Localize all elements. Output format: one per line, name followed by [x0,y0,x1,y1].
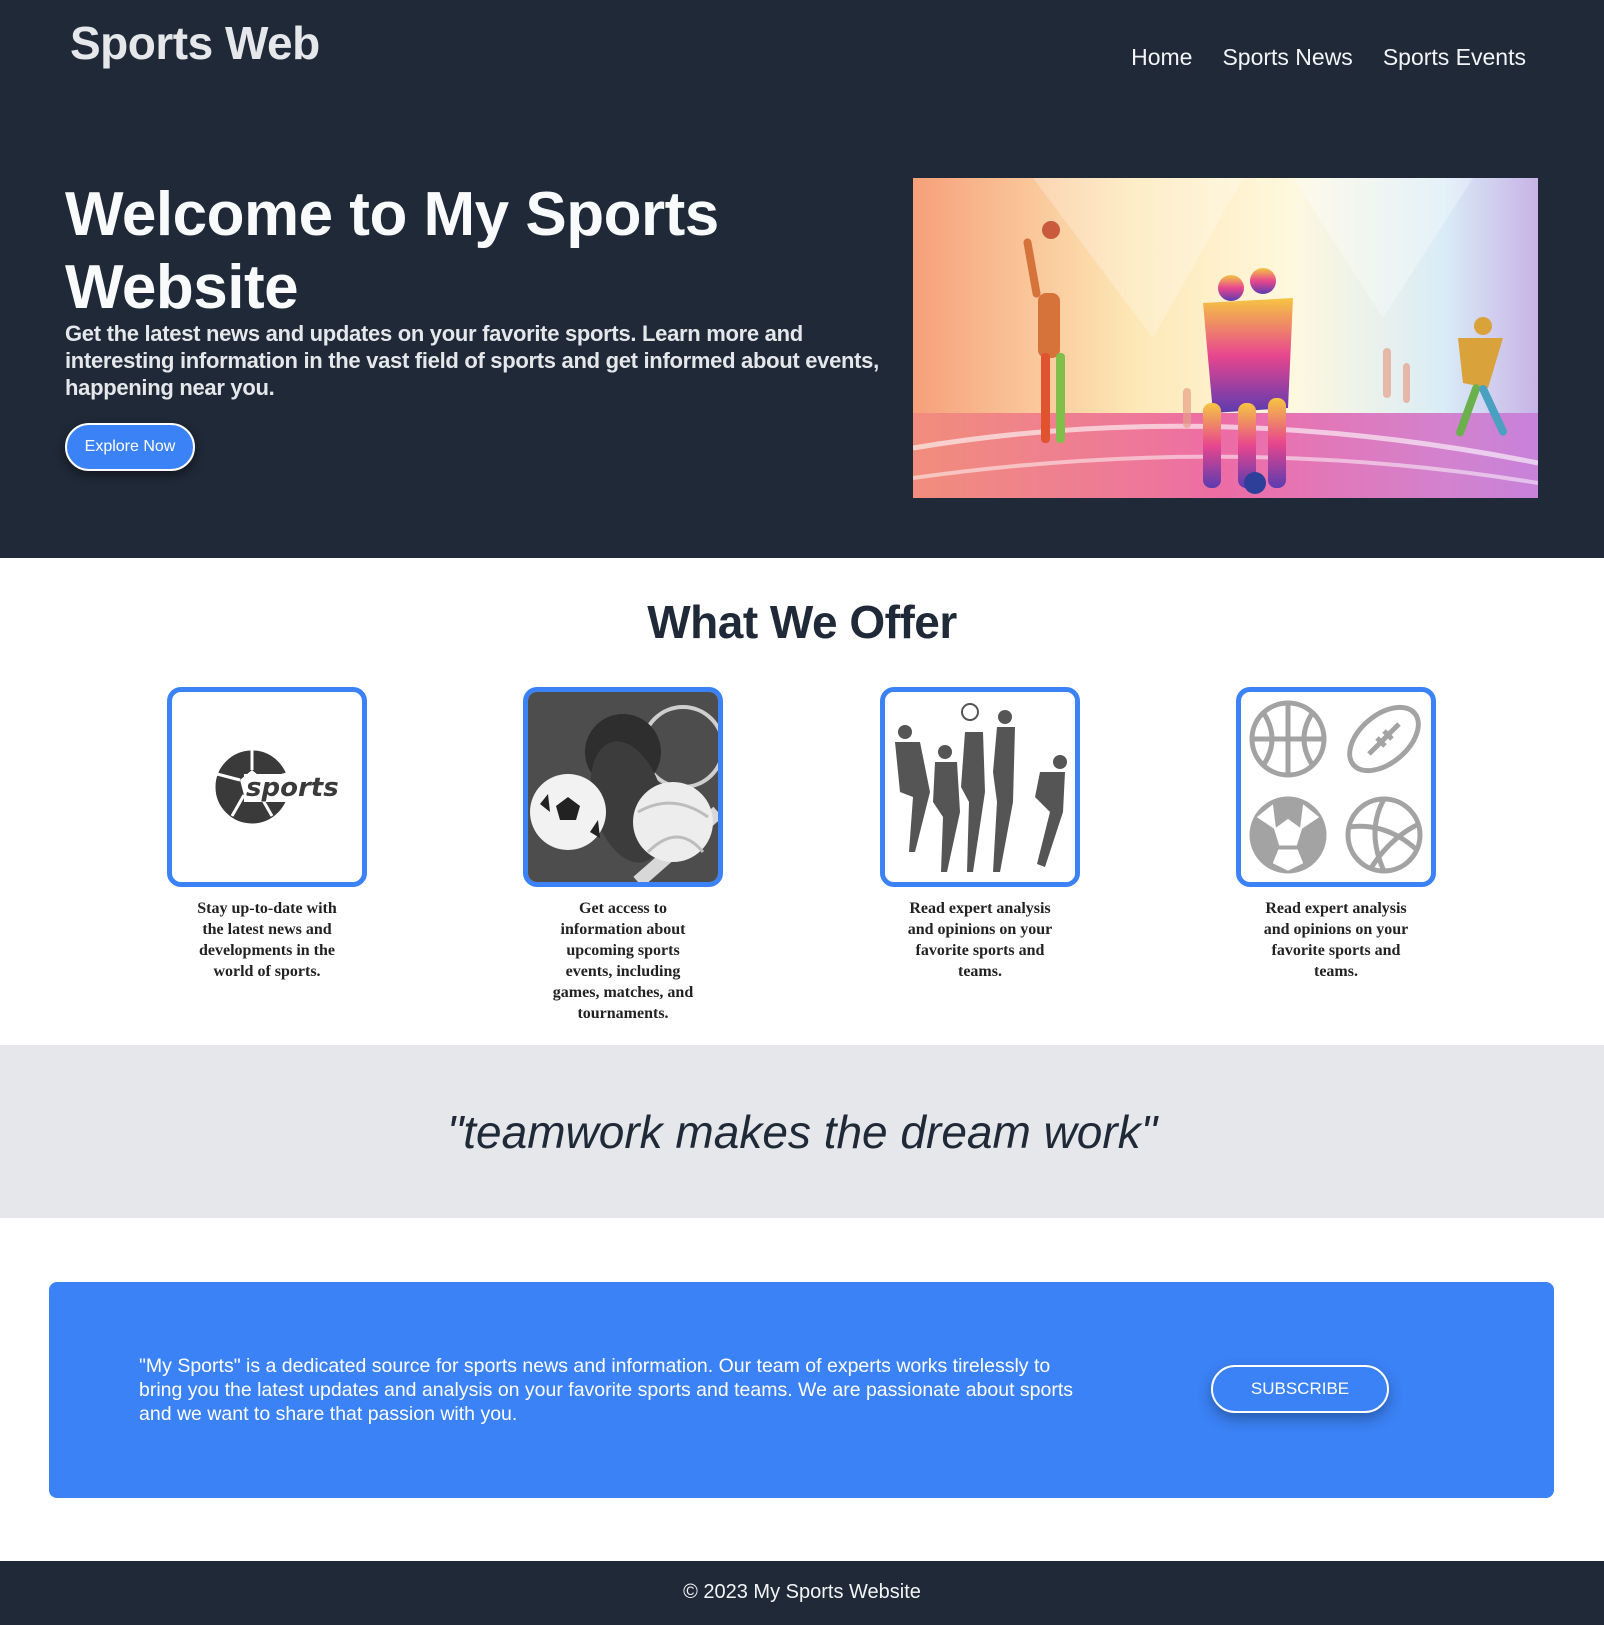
footer-copyright: © 2023 My Sports Website [683,1581,921,1603]
balls-icon-grid [1236,687,1436,887]
quote-text: "teamwork makes the dream work" [446,1106,1158,1158]
sports-players-illustration [913,178,1538,498]
offer-text-news: Stay up-to-date with the latest news and… [197,900,337,980]
offer-card-opinions: Read expert analysis and opinions on you… [1216,687,1456,982]
sports-balls-photo [523,687,723,887]
offer-title: What We Offer [647,596,957,648]
offer-card-news: sports Stay up-to-date with the latest n… [147,687,387,982]
offer-text-opinions: Read expert analysis and opinions on you… [1263,900,1409,980]
nav-home[interactable]: Home [1131,44,1192,71]
sports-logo-icon: sports [167,687,367,887]
nav-sports-events[interactable]: Sports Events [1383,44,1526,71]
subscribe-button[interactable]: SUBSCRIBE [1211,1365,1389,1413]
offer-card-events: Get access to information about upcoming… [503,687,743,1024]
hero-title: Welcome to My Sports Website [65,180,719,322]
hero-section: Sports Web Home Sports News Sports Event… [0,0,1604,558]
nav-sports-news[interactable]: Sports News [1222,44,1352,71]
about-section: "My Sports" is a dedicated source for sp… [49,1282,1554,1498]
footer: © 2023 My Sports Website [0,1561,1604,1625]
site-brand[interactable]: Sports Web [70,16,320,70]
athletes-silhouettes-photo [880,687,1080,887]
hero-image [913,178,1538,498]
offer-text-analysis: Read expert analysis and opinions on you… [907,900,1053,980]
hero-subtitle: Get the latest news and updates on your … [65,321,879,400]
explore-now-button[interactable]: Explore Now [65,423,195,471]
svg-text:sports: sports [246,773,339,803]
offer-card-analysis: Read expert analysis and opinions on you… [860,687,1100,982]
main-nav: Home Sports News Sports Events [1131,44,1526,71]
offer-text-events: Get access to information about upcoming… [552,900,694,1022]
about-text: "My Sports" is a dedicated source for sp… [139,1355,1074,1425]
